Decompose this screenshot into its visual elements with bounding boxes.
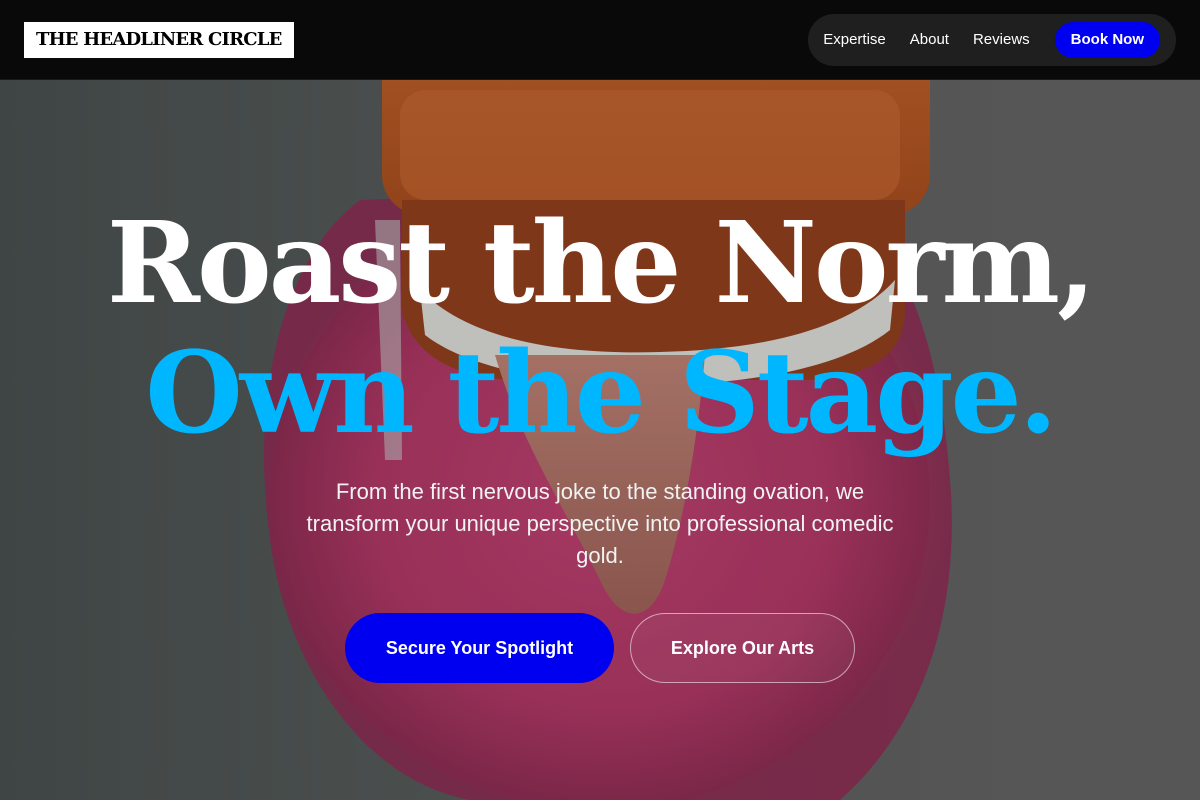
site-logo[interactable]: THE HEADLINER CIRCLE bbox=[24, 21, 294, 58]
hero-content: Roast the Norm, Own the Stage. From the … bbox=[0, 80, 1200, 800]
book-now-button[interactable]: Book Now bbox=[1054, 21, 1160, 58]
nav-link-expertise[interactable]: Expertise bbox=[823, 31, 898, 48]
hero-subtitle: From the first nervous joke to the stand… bbox=[306, 479, 894, 568]
site-header: THE HEADLINER CIRCLE Expertise About Rev… bbox=[0, 0, 1200, 80]
nav-link-reviews[interactable]: Reviews bbox=[961, 31, 1042, 48]
hero-section: Roast the Norm, Own the Stage. From the … bbox=[0, 80, 1200, 800]
hero-headline-line2: Own the Stage. bbox=[145, 328, 1058, 459]
explore-arts-button[interactable]: Explore Our Arts bbox=[630, 613, 855, 683]
main-nav: Expertise About Reviews Book Now bbox=[808, 13, 1176, 66]
secure-spotlight-button[interactable]: Secure Your Spotlight bbox=[345, 613, 614, 683]
nav-link-about[interactable]: About bbox=[898, 31, 961, 48]
hero-headline-line1: Roast the Norm, bbox=[106, 198, 1096, 329]
